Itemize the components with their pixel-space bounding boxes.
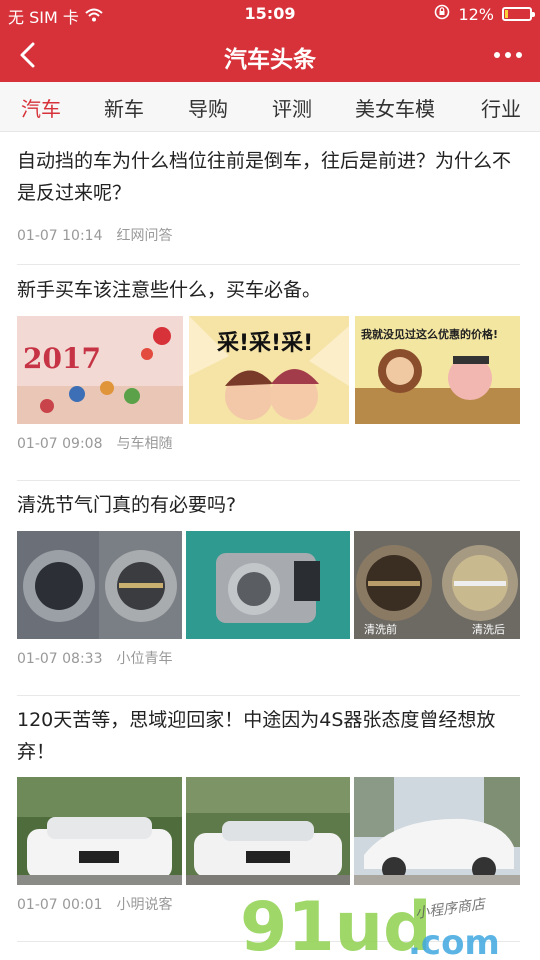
watermark: 91ud .com 小程序商店: [240, 888, 540, 960]
thumb-caption: 采!采!采!: [217, 331, 313, 356]
article-title: 120天苦等，思域迎回家！中途因为4S器张态度曾经想放弃！: [17, 709, 496, 763]
divider: [17, 695, 520, 696]
article-source: 小位青年: [116, 651, 173, 667]
article-images: [17, 777, 520, 885]
article-meta: 01-07 10:14 红网问答: [17, 225, 172, 245]
article-title: 清洗节气门真的有必要吗?: [17, 494, 237, 516]
article-item[interactable]: 新手买车该注意些什么，买车必备。 2017 采!采!采! 我就没见过这么优惠的价…: [17, 274, 520, 464]
article-thumbnail[interactable]: [17, 531, 182, 639]
article-date: 01-07 08:33: [17, 651, 103, 667]
thumb-caption-right: 清洗后: [472, 623, 505, 636]
article-images: 清洗前 清洗后: [17, 531, 520, 639]
category-tabs: 汽车 新车 导购 评测 美女车模 行业: [0, 82, 540, 132]
article-date: 01-07 00:01: [17, 897, 103, 913]
status-bar: 无 SIM 卡 15:09 12%: [0, 0, 540, 28]
article-thumbnail[interactable]: [17, 777, 182, 885]
article-thumbnail[interactable]: 2017: [17, 316, 183, 424]
more-dot: [516, 52, 522, 58]
app-header: 无 SIM 卡 15:09 12% 汽车头条: [0, 0, 540, 82]
page-title: 汽车头条: [224, 47, 316, 73]
thumb-caption-left: 清洗前: [364, 622, 397, 636]
article-item[interactable]: 自动挡的车为什么档位往前是倒车，往后是前进？为什么不是反过来呢？ 01-07 1…: [17, 145, 520, 255]
article-source: 红网问答: [116, 228, 173, 244]
tab-qiche[interactable]: 汽车: [21, 93, 61, 122]
article-thumbnail[interactable]: 采!采!采!: [189, 316, 349, 424]
battery-fill: [505, 10, 509, 18]
watermark-domain: .com: [408, 923, 500, 960]
watermark-brand: 91ud: [240, 888, 432, 960]
battery-icon: [502, 7, 535, 21]
tab-daogou[interactable]: 导购: [188, 93, 228, 122]
more-dot: [505, 52, 511, 58]
article-thumbnail[interactable]: [354, 777, 520, 885]
nav-bar: 汽车头条: [0, 28, 540, 82]
article-title: 新手买车该注意些什么，买车必备。: [17, 279, 322, 301]
article-thumbnail[interactable]: [186, 531, 350, 639]
more-button[interactable]: [486, 35, 530, 75]
thumb-caption: 2017: [23, 342, 101, 375]
rotation-lock-icon: [434, 4, 450, 24]
article-meta: 01-07 09:08 与车相随: [17, 433, 172, 453]
article-item[interactable]: 清洗节气门真的有必要吗? 清洗前 清洗后 01-07 08:33 小位青年: [17, 489, 520, 679]
article-thumbnail[interactable]: [186, 777, 350, 885]
status-right: 12%: [434, 4, 535, 24]
divider: [17, 264, 520, 265]
battery-percent: 12%: [458, 4, 494, 24]
tab-xinche[interactable]: 新车: [104, 93, 144, 122]
tab-chemo[interactable]: 美女车模: [355, 93, 435, 122]
tab-hangye[interactable]: 行业: [481, 93, 521, 122]
tab-pingce[interactable]: 评测: [272, 93, 312, 122]
article-date: 01-07 09:08: [17, 436, 103, 452]
article-date: 01-07 10:14: [17, 228, 103, 244]
more-dots-icon: [494, 52, 500, 58]
article-thumbnail[interactable]: 我就没见过这么优惠的价格!: [355, 316, 520, 424]
article-source: 与车相随: [116, 436, 173, 452]
article-source: 小明说客: [116, 897, 173, 913]
article-images: 2017 采!采!采! 我就没见过这么优惠的价格!: [17, 316, 520, 424]
thumb-caption: 我就没见过这么优惠的价格!: [361, 327, 498, 341]
divider: [17, 480, 520, 481]
article-meta: 01-07 00:01 小明说客: [17, 894, 172, 914]
article-thumbnail[interactable]: 清洗前 清洗后: [354, 531, 520, 639]
article-meta: 01-07 08:33 小位青年: [17, 648, 172, 668]
article-title: 自动挡的车为什么档位往前是倒车，往后是前进？为什么不是反过来呢？: [17, 150, 512, 204]
